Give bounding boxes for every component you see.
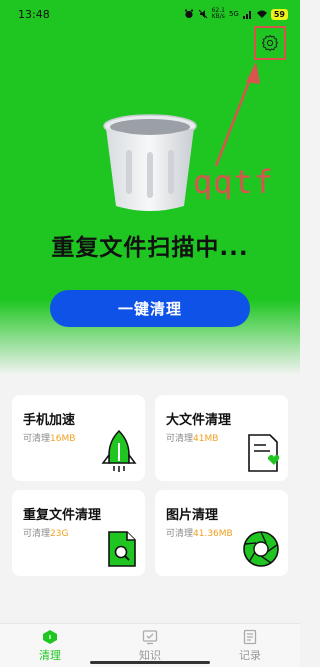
nav-label: 清理 (39, 648, 61, 662)
gear-icon[interactable] (261, 34, 279, 52)
card-amount: 16MB (50, 434, 76, 444)
knowledge-icon (142, 629, 158, 644)
file-heart-icon (248, 434, 280, 472)
nav-item-record[interactable]: 记录 (220, 629, 280, 663)
card-subtitle: 可清理41.36MB (166, 526, 233, 539)
card-subtitle: 可清理16MB (23, 431, 75, 444)
card-sub-prefix: 可清理 (23, 529, 51, 539)
card-duplicate-file-clean[interactable]: 重复文件清理 可清理23G (12, 490, 145, 576)
signal-icon (242, 11, 251, 19)
card-phone-boost[interactable]: 手机加速 可清理16MB (12, 395, 145, 481)
wifi-icon (256, 10, 267, 18)
status-time: 13:48 (18, 7, 50, 21)
annotation-arrow (214, 62, 260, 167)
net-speed: 62.1 KB/s (212, 8, 225, 20)
annotation-text: qqtf (193, 163, 275, 201)
scan-status-title: 重复文件扫描中... (51, 235, 249, 261)
record-icon (243, 629, 257, 644)
card-title: 图片清理 (166, 508, 219, 523)
card-subtitle: 可清理41MB (166, 431, 218, 444)
card-photo-clean[interactable]: 图片清理 可清理41.36MB (155, 490, 288, 576)
mute-icon (198, 9, 207, 19)
trash-can-icon (103, 114, 197, 211)
nav-label: 记录 (239, 648, 261, 662)
status-icons: 62.1 KB/s 5G 59 (184, 8, 288, 20)
net-speed-unit: KB/s (211, 13, 225, 20)
home-indicator (90, 661, 210, 664)
card-subtitle: 可清理23G (23, 526, 68, 539)
alarm-icon (184, 9, 193, 19)
battery-indicator: 59 (270, 8, 288, 20)
card-title: 大文件清理 (166, 413, 232, 428)
file-search-icon (108, 531, 136, 567)
clean-icon (43, 629, 57, 644)
status-bar: 13:48 62.1 KB/s 5G 59 (0, 0, 300, 28)
card-amount: 41.36MB (193, 529, 233, 539)
card-amount: 41MB (193, 434, 219, 444)
one-click-clean-button[interactable]: 一键清理 (50, 290, 250, 327)
nav-item-clean[interactable]: 清理 (20, 629, 80, 663)
aperture-icon (243, 531, 279, 567)
card-title: 重复文件清理 (23, 508, 102, 523)
card-title: 手机加速 (23, 413, 76, 428)
card-sub-prefix: 可清理 (166, 434, 194, 444)
network-type: 5G (228, 10, 239, 18)
card-amount: 23G (50, 529, 69, 539)
settings-highlight-box (254, 26, 286, 60)
card-sub-prefix: 可清理 (23, 434, 51, 444)
card-large-file-clean[interactable]: 大文件清理 可清理41MB (155, 395, 288, 481)
nav-item-knowledge[interactable]: 知识 (120, 629, 180, 663)
card-sub-prefix: 可清理 (166, 529, 194, 539)
rocket-icon (101, 429, 137, 472)
